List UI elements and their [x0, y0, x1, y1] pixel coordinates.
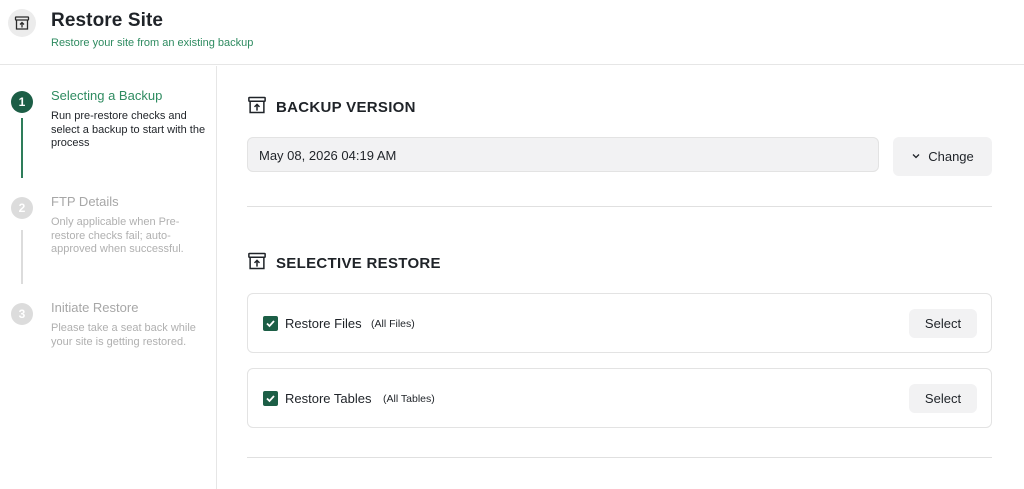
backup-version-heading: BACKUP VERSION [247, 95, 416, 120]
step-connector [21, 118, 23, 178]
step-number: 3 [11, 303, 33, 325]
step-number: 2 [11, 197, 33, 219]
section-title: SELECTIVE RESTORE [276, 255, 441, 272]
select-files-button[interactable]: Select [909, 309, 977, 338]
chevron-down-icon [911, 149, 921, 164]
steps-sidebar: 1 Selecting a Backup Run pre-restore che… [0, 66, 217, 489]
step-number: 1 [11, 91, 33, 113]
select-tables-button[interactable]: Select [909, 384, 977, 413]
step-title: FTP Details [51, 194, 119, 209]
section-divider [247, 457, 992, 458]
step-title: Initiate Restore [51, 300, 139, 315]
selective-restore-heading: SELECTIVE RESTORE [247, 251, 441, 276]
restore-tables-card: Restore Tables (All Tables) Select [247, 368, 992, 428]
change-label: Change [928, 149, 974, 164]
step-description: Only applicable when Pre-restore checks … [51, 216, 184, 255]
restore-files-card: Restore Files (All Files) Select [247, 293, 992, 353]
archive-restore-icon [247, 95, 267, 120]
page-title: Restore Site [51, 10, 164, 31]
page-header: Restore Site Restore your site from an e… [0, 0, 1024, 65]
section-divider [247, 206, 992, 207]
backup-version-field[interactable]: May 08, 2026 04:19 AM [247, 137, 879, 172]
step-description: Please take a seat back while your site … [51, 322, 196, 348]
section-title: BACKUP VERSION [276, 99, 416, 116]
change-backup-button[interactable]: Change [893, 137, 992, 176]
restore-files-label: Restore Files [285, 316, 362, 331]
restore-tables-label: Restore Tables [285, 391, 372, 406]
page-subtitle: Restore your site from an existing backu… [51, 37, 254, 49]
restore-tables-scope: (All Tables) [383, 393, 435, 405]
archive-restore-icon [8, 9, 36, 37]
restore-files-checkbox[interactable] [263, 316, 278, 331]
restore-files-scope: (All Files) [371, 318, 415, 330]
step-description: Run pre-restore checks and select a back… [51, 110, 206, 149]
restore-tables-checkbox[interactable] [263, 391, 278, 406]
archive-restore-icon [247, 251, 267, 276]
step-connector [21, 230, 23, 284]
step-title: Selecting a Backup [51, 88, 163, 103]
